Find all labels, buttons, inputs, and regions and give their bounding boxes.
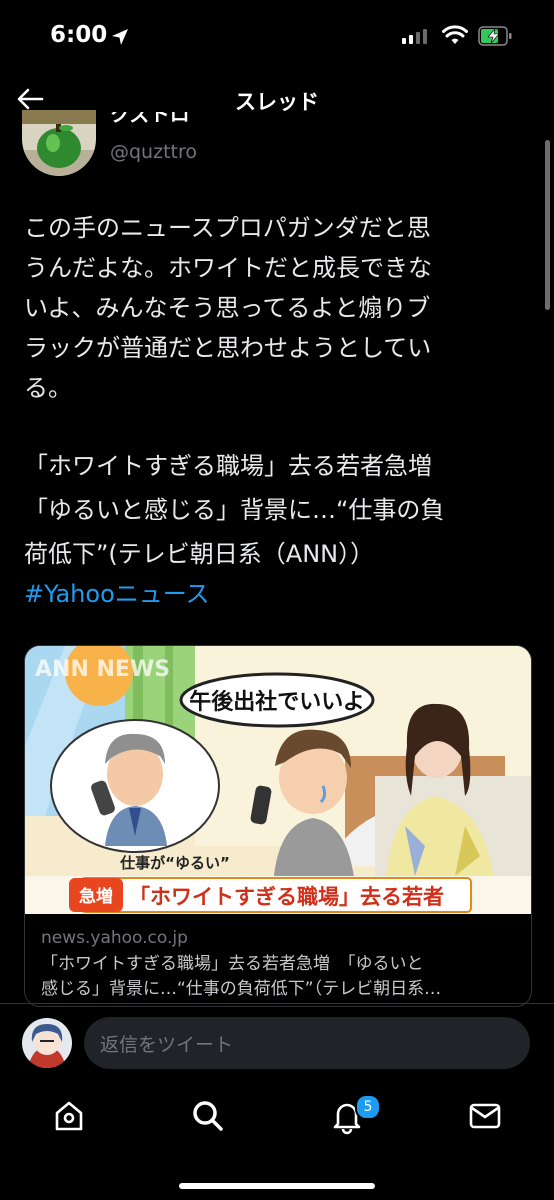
ann-logo-text: ANN NEWS xyxy=(35,657,170,682)
thumbnail-caption: 仕事が“ゆるい” xyxy=(119,854,230,872)
author-handle[interactable]: @quzttro xyxy=(110,141,197,163)
author-avatar[interactable] xyxy=(22,110,96,176)
speech-bubble-text: 午後出社でいいよ xyxy=(189,689,365,715)
search-icon[interactable] xyxy=(188,1096,228,1136)
hashtag-link[interactable]: #Yahooニュース xyxy=(24,574,210,609)
thumbnail-banner-text: 「ホワイトすぎる職場」去る若者 xyxy=(129,885,444,909)
wifi-icon xyxy=(442,25,468,44)
news-thumbnail-image: 午後出社でいいよ ANN NEWS 仕事が“ゆるい” 急増 「ホワイトすぎる職場… xyxy=(25,646,531,914)
home-icon[interactable] xyxy=(49,1096,89,1136)
cellular-signal-icon xyxy=(402,29,427,44)
card-title: 「ホワイトすぎる職場」去る若者急増 「ゆるいと 感じる」背景に…“仕事の負荷低下… xyxy=(41,954,442,999)
link-card[interactable]: 午後出社でいいよ ANN NEWS 仕事が“ゆるい” 急増 「ホワイトすぎる職場… xyxy=(24,645,532,1007)
tweet-text: この手のニュースプロパガンダだと思 うんだよな。ホワイトだと成長できな いよ、み… xyxy=(24,214,432,402)
thumbnail-tag: 急増 xyxy=(79,886,113,907)
card-domain: news.yahoo.co.jp xyxy=(41,928,188,948)
battery-charging-icon xyxy=(478,26,512,46)
location-arrow-icon xyxy=(112,29,128,45)
home-indicator[interactable] xyxy=(179,1183,375,1189)
divider xyxy=(0,1003,554,1004)
reply-input[interactable]: 返信をツイート xyxy=(84,1017,530,1069)
notifications-badge: 5 xyxy=(355,1094,381,1120)
messages-icon[interactable] xyxy=(465,1096,505,1136)
status-time: 6:00 xyxy=(50,22,108,48)
author-name[interactable]: クズトロ xyxy=(110,112,190,128)
reply-placeholder: 返信をツイート xyxy=(100,1034,234,1056)
user-avatar[interactable] xyxy=(22,1018,72,1068)
tweet-news-title: 「ホワイトすぎる職場」去る若者急増 「ゆるいと感じる」背景に…“仕事の負 荷低下… xyxy=(24,452,445,568)
scrollbar[interactable] xyxy=(545,140,550,310)
